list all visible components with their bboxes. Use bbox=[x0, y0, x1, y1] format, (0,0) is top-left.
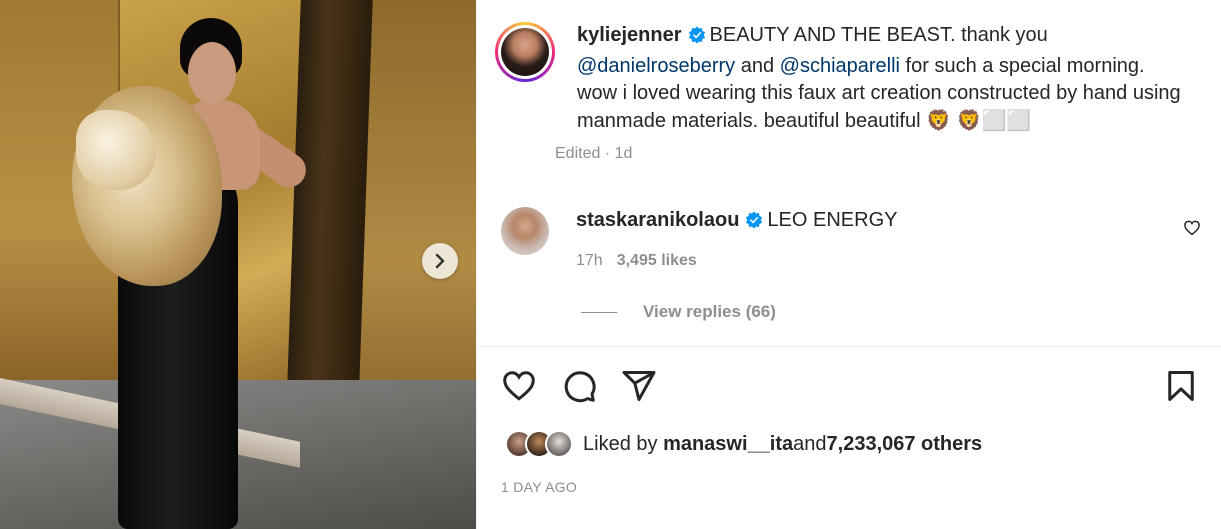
photo-head bbox=[188, 42, 236, 104]
liked-by-summary: Liked by manaswi__ita and 7,233,067 othe… bbox=[505, 430, 982, 458]
author-avatar[interactable] bbox=[495, 22, 555, 82]
chevron-right-icon bbox=[435, 253, 445, 269]
liked-by-others[interactable]: 7,233,067 others bbox=[827, 433, 983, 456]
commenter-username[interactable]: staskaranikolaou bbox=[576, 209, 739, 231]
comment-age[interactable]: 17h bbox=[576, 252, 603, 269]
share-button[interactable] bbox=[621, 368, 657, 409]
like-comment-button[interactable] bbox=[1183, 219, 1201, 242]
comment-likes[interactable]: 3,495 likes bbox=[617, 252, 697, 269]
heart-icon bbox=[1184, 220, 1200, 236]
comment-button[interactable] bbox=[561, 368, 597, 409]
post-photo[interactable] bbox=[0, 0, 476, 529]
avatar bbox=[545, 430, 573, 458]
save-button[interactable] bbox=[1163, 368, 1199, 409]
commenter-avatar[interactable] bbox=[501, 207, 549, 255]
author-avatar-image bbox=[501, 28, 549, 76]
verified-badge-icon bbox=[688, 25, 706, 53]
next-image-button[interactable] bbox=[422, 243, 458, 279]
post-caption: kyliejenner BEAUTY AND THE BEAST. thank y… bbox=[495, 22, 1181, 163]
liked-by-prefix: Liked by bbox=[583, 432, 658, 455]
view-replies-button[interactable]: View replies (66) bbox=[581, 302, 776, 322]
mention-link[interactable]: @schiaparelli bbox=[780, 55, 900, 77]
edited-label: Edited · 1d bbox=[555, 145, 633, 162]
view-replies-label: View replies (66) bbox=[643, 302, 776, 321]
caption-tail-glyphs: ⬜⬜ bbox=[981, 109, 1032, 132]
liker-avatars[interactable] bbox=[505, 430, 573, 458]
post-timestamp[interactable]: 1 DAY AGO bbox=[501, 479, 577, 495]
bookmark-icon bbox=[1168, 371, 1194, 401]
paper-plane-icon bbox=[622, 371, 656, 401]
replies-line bbox=[581, 311, 617, 313]
comment-item: staskaranikolaou LEO ENERGY 17h 3,495 like… bbox=[501, 207, 1201, 274]
divider bbox=[477, 346, 1221, 347]
comment-bubble-icon bbox=[564, 371, 596, 403]
caption-part-1: BEAUTY AND THE BEAST. thank you bbox=[709, 24, 1048, 46]
caption-part-2: and bbox=[735, 54, 780, 77]
comment-meta: 17h 3,495 likes bbox=[576, 248, 897, 274]
liked-by-user[interactable]: manaswi__ita bbox=[663, 433, 793, 456]
caption-text: kyliejenner BEAUTY AND THE BEAST. thank y… bbox=[577, 22, 1181, 135]
liked-by-and: and bbox=[793, 432, 827, 455]
post-detail-panel: kyliejenner BEAUTY AND THE BEAST. thank y… bbox=[476, 0, 1221, 529]
like-button[interactable] bbox=[501, 368, 537, 409]
caption-emoji: 🦁 🦁 bbox=[926, 109, 982, 132]
comment-text: LEO ENERGY bbox=[767, 209, 898, 231]
mention-link[interactable]: @danielroseberry bbox=[577, 55, 735, 77]
post-action-bar bbox=[501, 368, 1199, 404]
author-username[interactable]: kyliejenner bbox=[577, 24, 682, 46]
verified-badge-icon bbox=[745, 210, 763, 236]
heart-icon bbox=[503, 371, 535, 401]
